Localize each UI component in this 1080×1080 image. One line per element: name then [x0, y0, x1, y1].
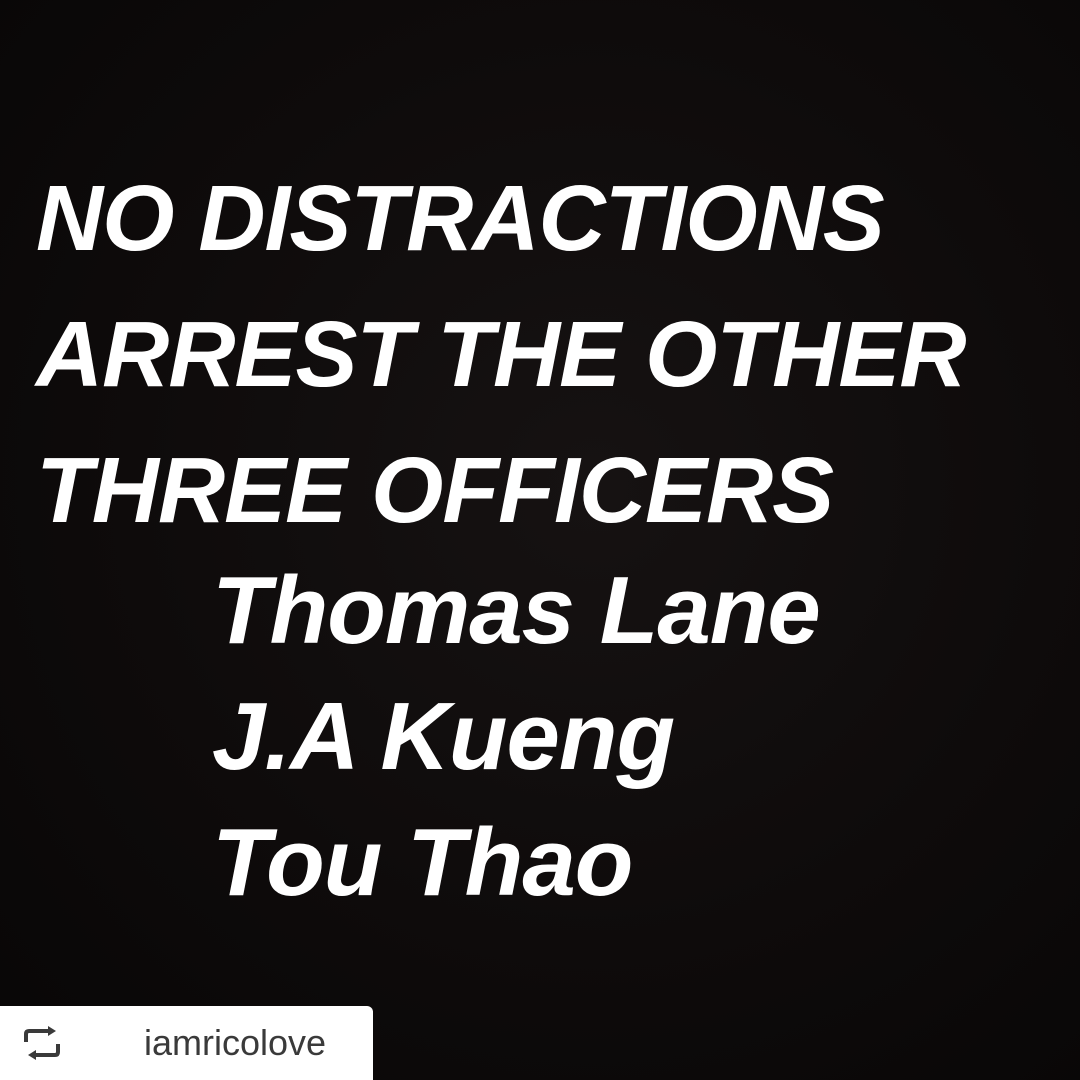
headline: NO DISTRACTIONS ARREST THE OTHER THREE O… [36, 150, 1080, 558]
headline-line: THREE OFFICERS [36, 438, 834, 542]
officer-name: J.A Kueng [212, 683, 675, 790]
headline-line: NO DISTRACTIONS [36, 166, 885, 270]
headline-line: ARREST THE OTHER [36, 302, 967, 406]
officer-names: Thomas Lane J.A Kueng Tou Thao [212, 548, 821, 926]
poster-image: NO DISTRACTIONS ARREST THE OTHER THREE O… [0, 0, 1080, 1080]
officer-name: Tou Thao [212, 809, 633, 916]
repost-username[interactable]: iamricolove [144, 1006, 326, 1080]
repost-badge[interactable]: iamricolove [0, 1006, 373, 1080]
officer-name: Thomas Lane [212, 557, 821, 664]
repost-icon [22, 1026, 62, 1060]
